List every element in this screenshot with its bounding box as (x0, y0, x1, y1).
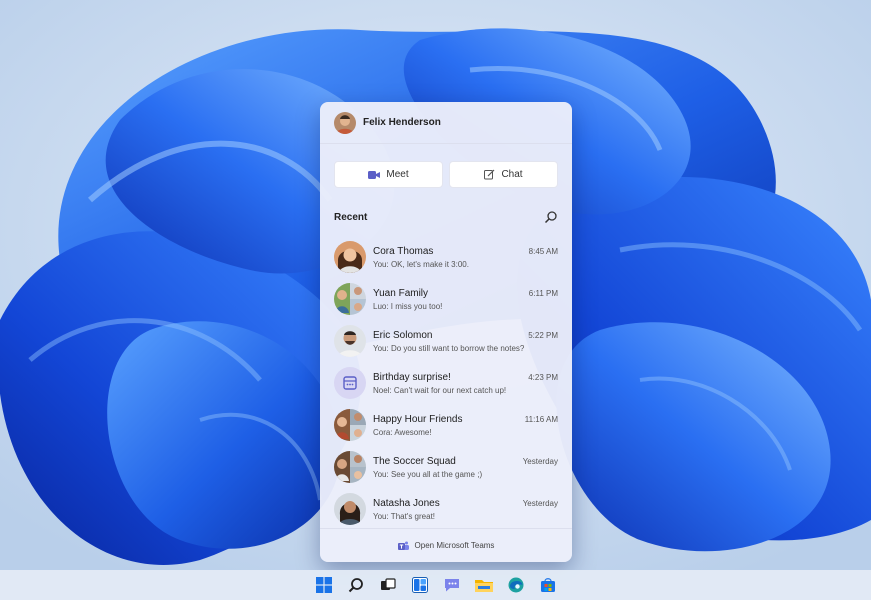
task-view-button[interactable] (377, 574, 399, 596)
contact-avatar (334, 493, 366, 525)
chat-name: Eric Solomon (373, 329, 433, 341)
windows-start-icon (315, 577, 332, 593)
chat-preview: Noel: Can't wait for our next catch up! (373, 385, 507, 395)
taskbar (0, 570, 871, 600)
chat-item-eric-solomon[interactable]: Eric Solomon 5:22 PM You: Do you still wa… (320, 320, 572, 362)
chat-item-birthday-surprise[interactable]: Birthday surprise! 4:23 PM Noel: Can't wa… (320, 362, 572, 404)
recent-label: Recent (334, 211, 368, 223)
chat-preview: Cora: Awesome! (373, 427, 432, 437)
group-avatar (334, 409, 366, 441)
chat-label: Chat (501, 169, 523, 180)
chat-preview: Luo: I miss you too! (373, 301, 443, 311)
task-view-icon (380, 578, 396, 590)
meeting-avatar (334, 367, 366, 399)
chat-flyout-panel: Felix Henderson Meet Chat Recent Cora Th… (320, 102, 572, 562)
search-icon[interactable] (544, 210, 558, 224)
microsoft-store-icon (540, 578, 555, 592)
chat-time: Yesterday (522, 498, 558, 508)
edge-browser-button[interactable] (505, 574, 527, 596)
chat-name: The Soccer Squad (373, 455, 456, 467)
chat-name: Natasha Jones (373, 497, 440, 509)
chat-item-cora-thomas[interactable]: Cora Thomas 8:45 AM You: OK, let's make i… (320, 236, 572, 278)
chat-time: 6:11 PM (528, 288, 558, 298)
chat-name: Happy Hour Friends (373, 413, 463, 425)
microsoft-store-button[interactable] (537, 574, 559, 596)
chat-name: Birthday surprise! (373, 371, 451, 383)
chat-time: 5:22 PM (528, 330, 558, 340)
compose-icon (484, 169, 495, 180)
teams-icon (397, 541, 409, 550)
taskbar-search-button[interactable] (345, 574, 367, 596)
teams-chat-icon (444, 579, 459, 592)
open-teams-label: Open Microsoft Teams (414, 541, 495, 550)
chat-item-the-soccer-squad[interactable]: The Soccer Squad Yesterday You: See you a… (320, 446, 572, 488)
chat-preview: You: Do you still want to borrow the not… (373, 343, 525, 353)
chat-item-happy-hour-friends[interactable]: Happy Hour Friends 11:16 AM Cora: Awesome… (320, 404, 572, 446)
recent-header: Recent (320, 188, 572, 228)
contact-avatar (334, 325, 366, 357)
video-camera-icon (368, 170, 381, 179)
chat-preview: You: OK, let's make it 3:00. (373, 259, 469, 269)
chat-time: 11:16 AM (524, 414, 558, 424)
chat-button[interactable]: Chat (449, 161, 558, 188)
start-button[interactable] (313, 574, 335, 596)
chat-time: Yesterday (522, 456, 558, 466)
chat-item-natasha-jones[interactable]: Natasha Jones Yesterday You: That's great… (320, 488, 572, 530)
teams-chat-button[interactable] (441, 574, 463, 596)
user-name: Felix Henderson (363, 117, 441, 128)
file-explorer-icon (474, 580, 493, 592)
chat-time: 8:45 AM (528, 246, 558, 256)
contact-avatar (334, 241, 366, 273)
chat-preview: You: That's great! (373, 511, 436, 521)
chat-preview: You: See you all at the game ;) (373, 469, 483, 479)
user-avatar[interactable] (334, 111, 356, 134)
edge-browser-icon (508, 577, 523, 593)
recent-chat-list: Cora Thomas 8:45 AM You: OK, let's make i… (320, 236, 572, 530)
chat-name: Cora Thomas (373, 245, 434, 257)
chat-name: Yuan Family (373, 287, 429, 299)
meet-label: Meet (386, 169, 409, 180)
search-icon (348, 578, 363, 593)
chat-time: 4:23 PM (528, 372, 558, 382)
file-explorer-button[interactable] (473, 574, 495, 596)
meet-button[interactable]: Meet (334, 161, 443, 188)
group-avatar (334, 451, 366, 483)
action-buttons: Meet Chat (320, 144, 572, 188)
chat-item-yuan-family[interactable]: Yuan Family 6:11 PM Luo: I miss you too! (320, 278, 572, 320)
panel-header: Felix Henderson (320, 102, 572, 144)
group-avatar (334, 283, 366, 315)
widgets-icon (411, 577, 428, 593)
open-teams-button[interactable]: Open Microsoft Teams (320, 528, 572, 562)
widgets-button[interactable] (409, 574, 431, 596)
